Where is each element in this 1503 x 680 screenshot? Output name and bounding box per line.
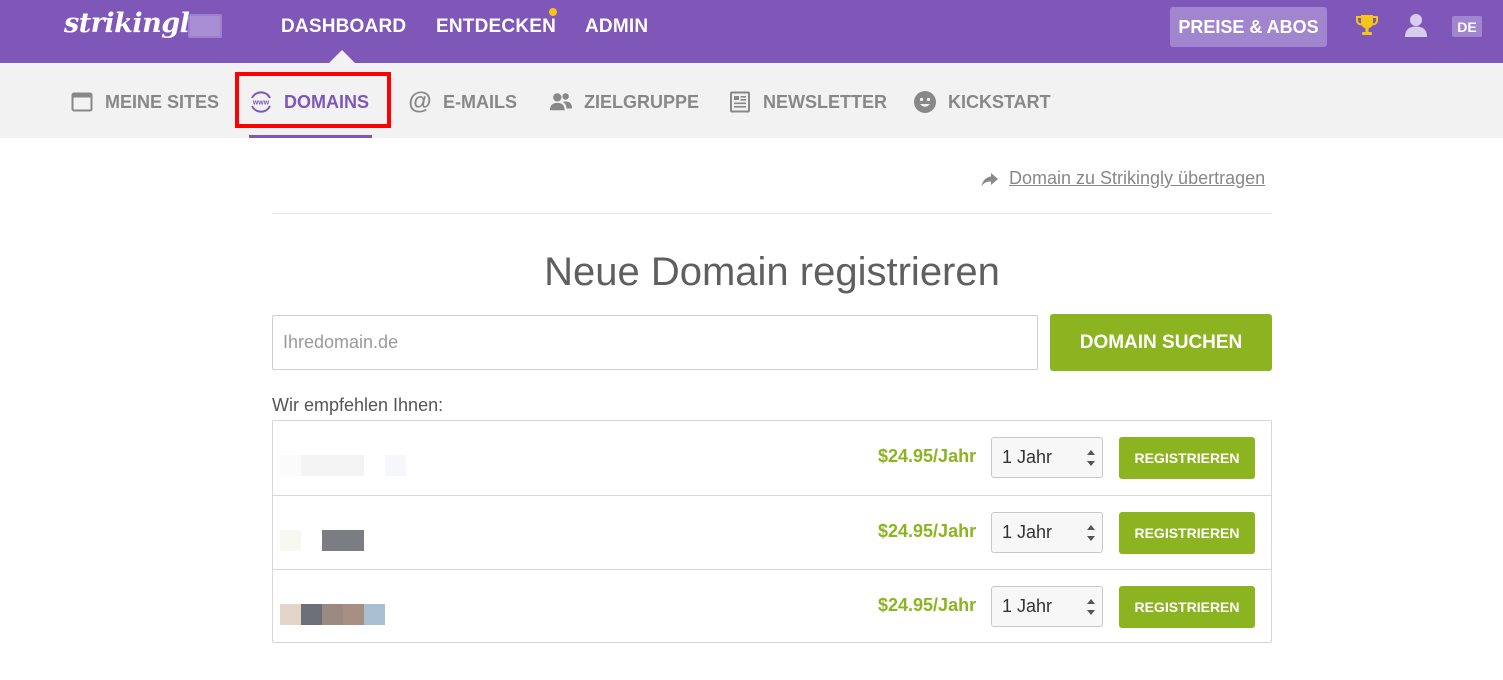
highlight-annotation-box	[235, 72, 391, 128]
sub-navigation: MEINE SITES www DOMAINS @ E-MAILS ZIELGR…	[0, 63, 1503, 138]
subnav-item-newsletter[interactable]: NEWSLETTER	[728, 89, 887, 115]
recommendation-row: $24.95/Jahr 1 Jahr REGISTRIEREN	[273, 421, 1271, 495]
blurred-domain-name	[280, 455, 406, 476]
domain-search-input[interactable]	[272, 315, 1038, 370]
nav-entdecken[interactable]: ENTDECKEN	[436, 16, 556, 38]
share-arrow-icon	[981, 172, 998, 186]
blurred-domain-name	[280, 604, 385, 625]
subnav-label: MEINE SITES	[105, 91, 220, 112]
trophy-icon[interactable]	[1354, 12, 1380, 38]
newsletter-icon	[728, 90, 752, 114]
pricing-button[interactable]: PREISE & ABOS	[1170, 7, 1327, 47]
user-icon[interactable]	[1403, 12, 1429, 38]
blurred-domain-name	[280, 530, 364, 551]
period-select[interactable]: 1 Jahr	[991, 512, 1103, 553]
period-select-value: 1 Jahr	[1002, 447, 1053, 467]
nav-dashboard[interactable]: DASHBOARD	[281, 16, 406, 38]
domain-price: $24.95/Jahr	[878, 521, 977, 541]
subnav-label: KICKSTART	[948, 91, 1051, 112]
page-title: Neue Domain registrieren	[544, 250, 1000, 294]
language-badge[interactable]: DE	[1452, 16, 1482, 37]
subnav-label: ZIELGRUPPE	[584, 91, 700, 112]
register-button[interactable]: REGISTRIEREN	[1119, 512, 1255, 554]
nav-admin[interactable]: ADMIN	[585, 16, 648, 38]
subnav-item-zielgruppe[interactable]: ZIELGRUPPE	[549, 89, 699, 115]
subnav-item-kickstart[interactable]: KICKSTART	[913, 89, 1051, 115]
logo-site-icon[interactable]	[188, 14, 222, 38]
subnav-item-e-mails[interactable]: @ E-MAILS	[408, 88, 517, 115]
transfer-domain-link[interactable]: Domain zu Strikingly übertragen	[980, 168, 1265, 189]
period-select[interactable]: 1 Jahr	[991, 437, 1103, 478]
subnav-label: E-MAILS	[443, 91, 517, 112]
smiley-icon	[913, 90, 937, 114]
active-tab-underline	[249, 135, 372, 138]
spinner-arrows-icon	[1087, 599, 1095, 615]
domain-price: $24.95/Jahr	[878, 446, 977, 466]
register-button[interactable]: REGISTRIEREN	[1119, 586, 1255, 628]
at-sign-icon: @	[408, 88, 432, 115]
subnav-item-meine-sites[interactable]: MEINE SITES	[70, 89, 219, 115]
spinner-arrows-icon	[1087, 525, 1095, 541]
period-select-value: 1 Jahr	[1002, 596, 1053, 616]
recommendations-list: $24.95/Jahr 1 Jahr REGISTRIEREN $24.95/J…	[272, 420, 1272, 643]
domain-search-button[interactable]: DOMAIN SUCHEN	[1050, 314, 1272, 371]
top-bar: strikingly DASHBOARD ENTDECKEN ADMIN PRE…	[0, 0, 1503, 63]
users-icon	[549, 90, 573, 114]
subnav-label: NEWSLETTER	[763, 91, 887, 112]
notification-dot	[549, 8, 557, 16]
active-nav-caret	[329, 50, 355, 63]
transfer-link-text[interactable]: Domain zu Strikingly übertragen	[1009, 168, 1265, 189]
logo[interactable]: strikingly	[64, 8, 205, 39]
spinner-arrows-icon	[1087, 450, 1095, 466]
period-select-value: 1 Jahr	[1002, 522, 1053, 542]
recommendations-label: Wir empfehlen Ihnen:	[272, 395, 444, 415]
browser-window-icon	[70, 90, 94, 114]
recommendation-row: $24.95/Jahr 1 Jahr REGISTRIEREN	[273, 495, 1271, 569]
domain-price: $24.95/Jahr	[878, 595, 977, 615]
recommendation-row: $24.95/Jahr 1 Jahr REGISTRIEREN	[273, 569, 1271, 643]
period-select[interactable]: 1 Jahr	[991, 586, 1103, 627]
divider	[272, 213, 1272, 214]
register-button[interactable]: REGISTRIEREN	[1119, 437, 1255, 479]
